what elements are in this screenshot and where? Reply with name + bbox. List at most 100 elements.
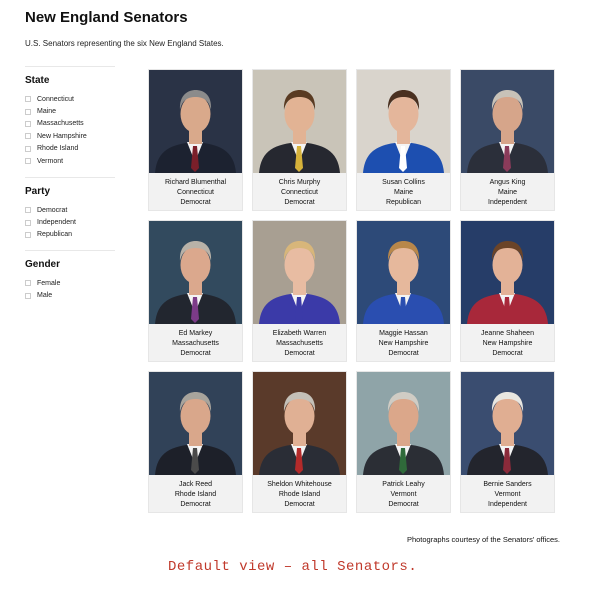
senator-name: Richard Blumenthal [164,179,227,186]
filter-group-gender: Gender Female Male [25,250,115,310]
senator-name: Sheldon Whitehouse [267,481,332,488]
senator-name: Patrick Leahy [382,481,425,488]
photo-credit: Photographs courtesy of the Senators' of… [406,535,560,544]
senator-info: Elizabeth Warren Massachusetts Democrat [253,324,346,360]
filter-heading-party: Party [25,186,51,197]
filter-option-massachusetts[interactable]: Massachusetts [25,118,115,130]
senator-state: Vermont [494,491,521,499]
filter-option-connecticut[interactable]: Connecticut [25,93,115,105]
senator-name: Maggie Hassan [379,330,428,337]
senator-photo [149,221,242,324]
filter-option-label: Massachusetts [37,120,84,128]
senator-card[interactable]: Maggie Hassan New Hampshire Democrat [356,220,451,362]
senator-party: Democrat [492,350,523,358]
filter-option-new-hampshire[interactable]: New Hampshire [25,130,115,142]
senator-party: Democrat [284,501,315,509]
senator-photo [461,372,554,475]
filter-option-vermont[interactable]: Vermont [25,155,115,167]
senator-card[interactable]: Elizabeth Warren Massachusetts Democrat [252,220,347,362]
filter-option-independent[interactable]: Independent [25,216,115,228]
senator-card[interactable]: Sheldon Whitehouse Rhode Island Democrat [252,371,347,513]
filter-option-label: Democrat [37,206,68,214]
filter-option-label: Male [37,292,53,300]
senator-info: Ed Markey Massachusetts Democrat [149,324,242,360]
senator-party: Democrat [284,199,315,207]
filter-heading-state: State [25,75,50,86]
checkbox[interactable] [25,219,31,226]
checkbox[interactable] [25,96,31,103]
senator-party: Democrat [388,350,419,358]
filter-option-democrat[interactable]: Democrat [25,204,115,216]
senator-state: Maine [393,189,414,197]
checkbox[interactable] [25,158,31,165]
senator-name: Angus King [489,179,526,186]
page-subtitle: U.S. Senators representing the six New E… [25,39,224,48]
senator-info: Chris Murphy Connecticut Democrat [253,173,346,209]
senator-info: Sheldon Whitehouse Rhode Island Democrat [253,475,346,511]
page-title: New England Senators [25,9,188,26]
view-caption: Default view – all Senators. [168,559,418,575]
senator-card[interactable]: Ed Markey Massachusetts Democrat [148,220,243,362]
filter-option-label: Independent [37,219,76,227]
senator-state: Rhode Island [174,491,217,499]
senator-party: Democrat [284,350,315,358]
senator-photo [357,372,450,475]
senator-name: Ed Markey [178,330,213,337]
checkbox[interactable] [25,280,31,287]
filter-option-label: Rhode Island [37,145,79,153]
senator-state: Rhode Island [278,491,321,499]
senator-photo [357,221,450,324]
filter-option-label: Female [37,279,61,287]
senator-info: Jack Reed Rhode Island Democrat [149,475,242,511]
senator-card[interactable]: Jack Reed Rhode Island Democrat [148,371,243,513]
checkbox[interactable] [25,133,31,140]
checkbox[interactable] [25,145,31,152]
senator-state: New Hampshire [378,340,429,348]
senator-state: Maine [497,189,518,197]
senator-name: Elizabeth Warren [272,330,327,337]
filter-option-republican[interactable]: Republican [25,229,115,241]
filter-sidebar: State Connecticut Maine Massachusetts Ne… [25,66,115,310]
senator-info: Richard Blumenthal Connecticut Democrat [149,173,242,209]
senator-info: Susan Collins Maine Republican [357,173,450,209]
senator-party: Democrat [180,501,211,509]
filter-option-female[interactable]: Female [25,277,115,289]
senator-card[interactable]: Jeanne Shaheen New Hampshire Democrat [460,220,555,362]
senator-party: Republican [385,199,422,207]
senator-card[interactable]: Chris Murphy Connecticut Democrat [252,69,347,211]
senator-photo [253,70,346,173]
senator-card[interactable]: Patrick Leahy Vermont Democrat [356,371,451,513]
senator-party: Democrat [388,501,419,509]
senator-info: Jeanne Shaheen New Hampshire Democrat [461,324,554,360]
checkbox[interactable] [25,207,31,214]
senator-card[interactable]: Bernie Sanders Vermont Independent [460,371,555,513]
checkbox[interactable] [25,292,31,299]
senator-party: Democrat [180,199,211,207]
senator-card[interactable]: Angus King Maine Independent [460,69,555,211]
senator-photo [357,70,450,173]
checkbox[interactable] [25,231,31,238]
filter-option-rhode-island[interactable]: Rhode Island [25,143,115,155]
senator-info: Patrick Leahy Vermont Democrat [357,475,450,511]
senator-card[interactable]: Richard Blumenthal Connecticut Democrat [148,69,243,211]
senator-info: Angus King Maine Independent [461,173,554,209]
senator-name: Bernie Sanders [483,481,532,488]
filter-option-label: Connecticut [37,95,74,103]
senator-party: Independent [488,501,527,509]
filter-group-party: Party Democrat Independent Republican [25,177,115,250]
senator-state: Connecticut [281,189,318,197]
senator-name: Jack Reed [178,481,213,488]
senator-card[interactable]: Susan Collins Maine Republican [356,69,451,211]
checkbox[interactable] [25,108,31,115]
senator-info: Maggie Hassan New Hampshire Democrat [357,324,450,360]
filter-option-maine[interactable]: Maine [25,105,115,117]
filter-option-male[interactable]: Male [25,289,115,301]
senator-name: Susan Collins [382,179,425,186]
filter-option-label: New Hampshire [37,132,87,140]
senator-photo [253,221,346,324]
senator-state: New Hampshire [482,340,533,348]
senator-photo [461,221,554,324]
filter-option-label: Republican [37,231,73,239]
filter-option-label: Maine [37,108,57,116]
checkbox[interactable] [25,120,31,127]
